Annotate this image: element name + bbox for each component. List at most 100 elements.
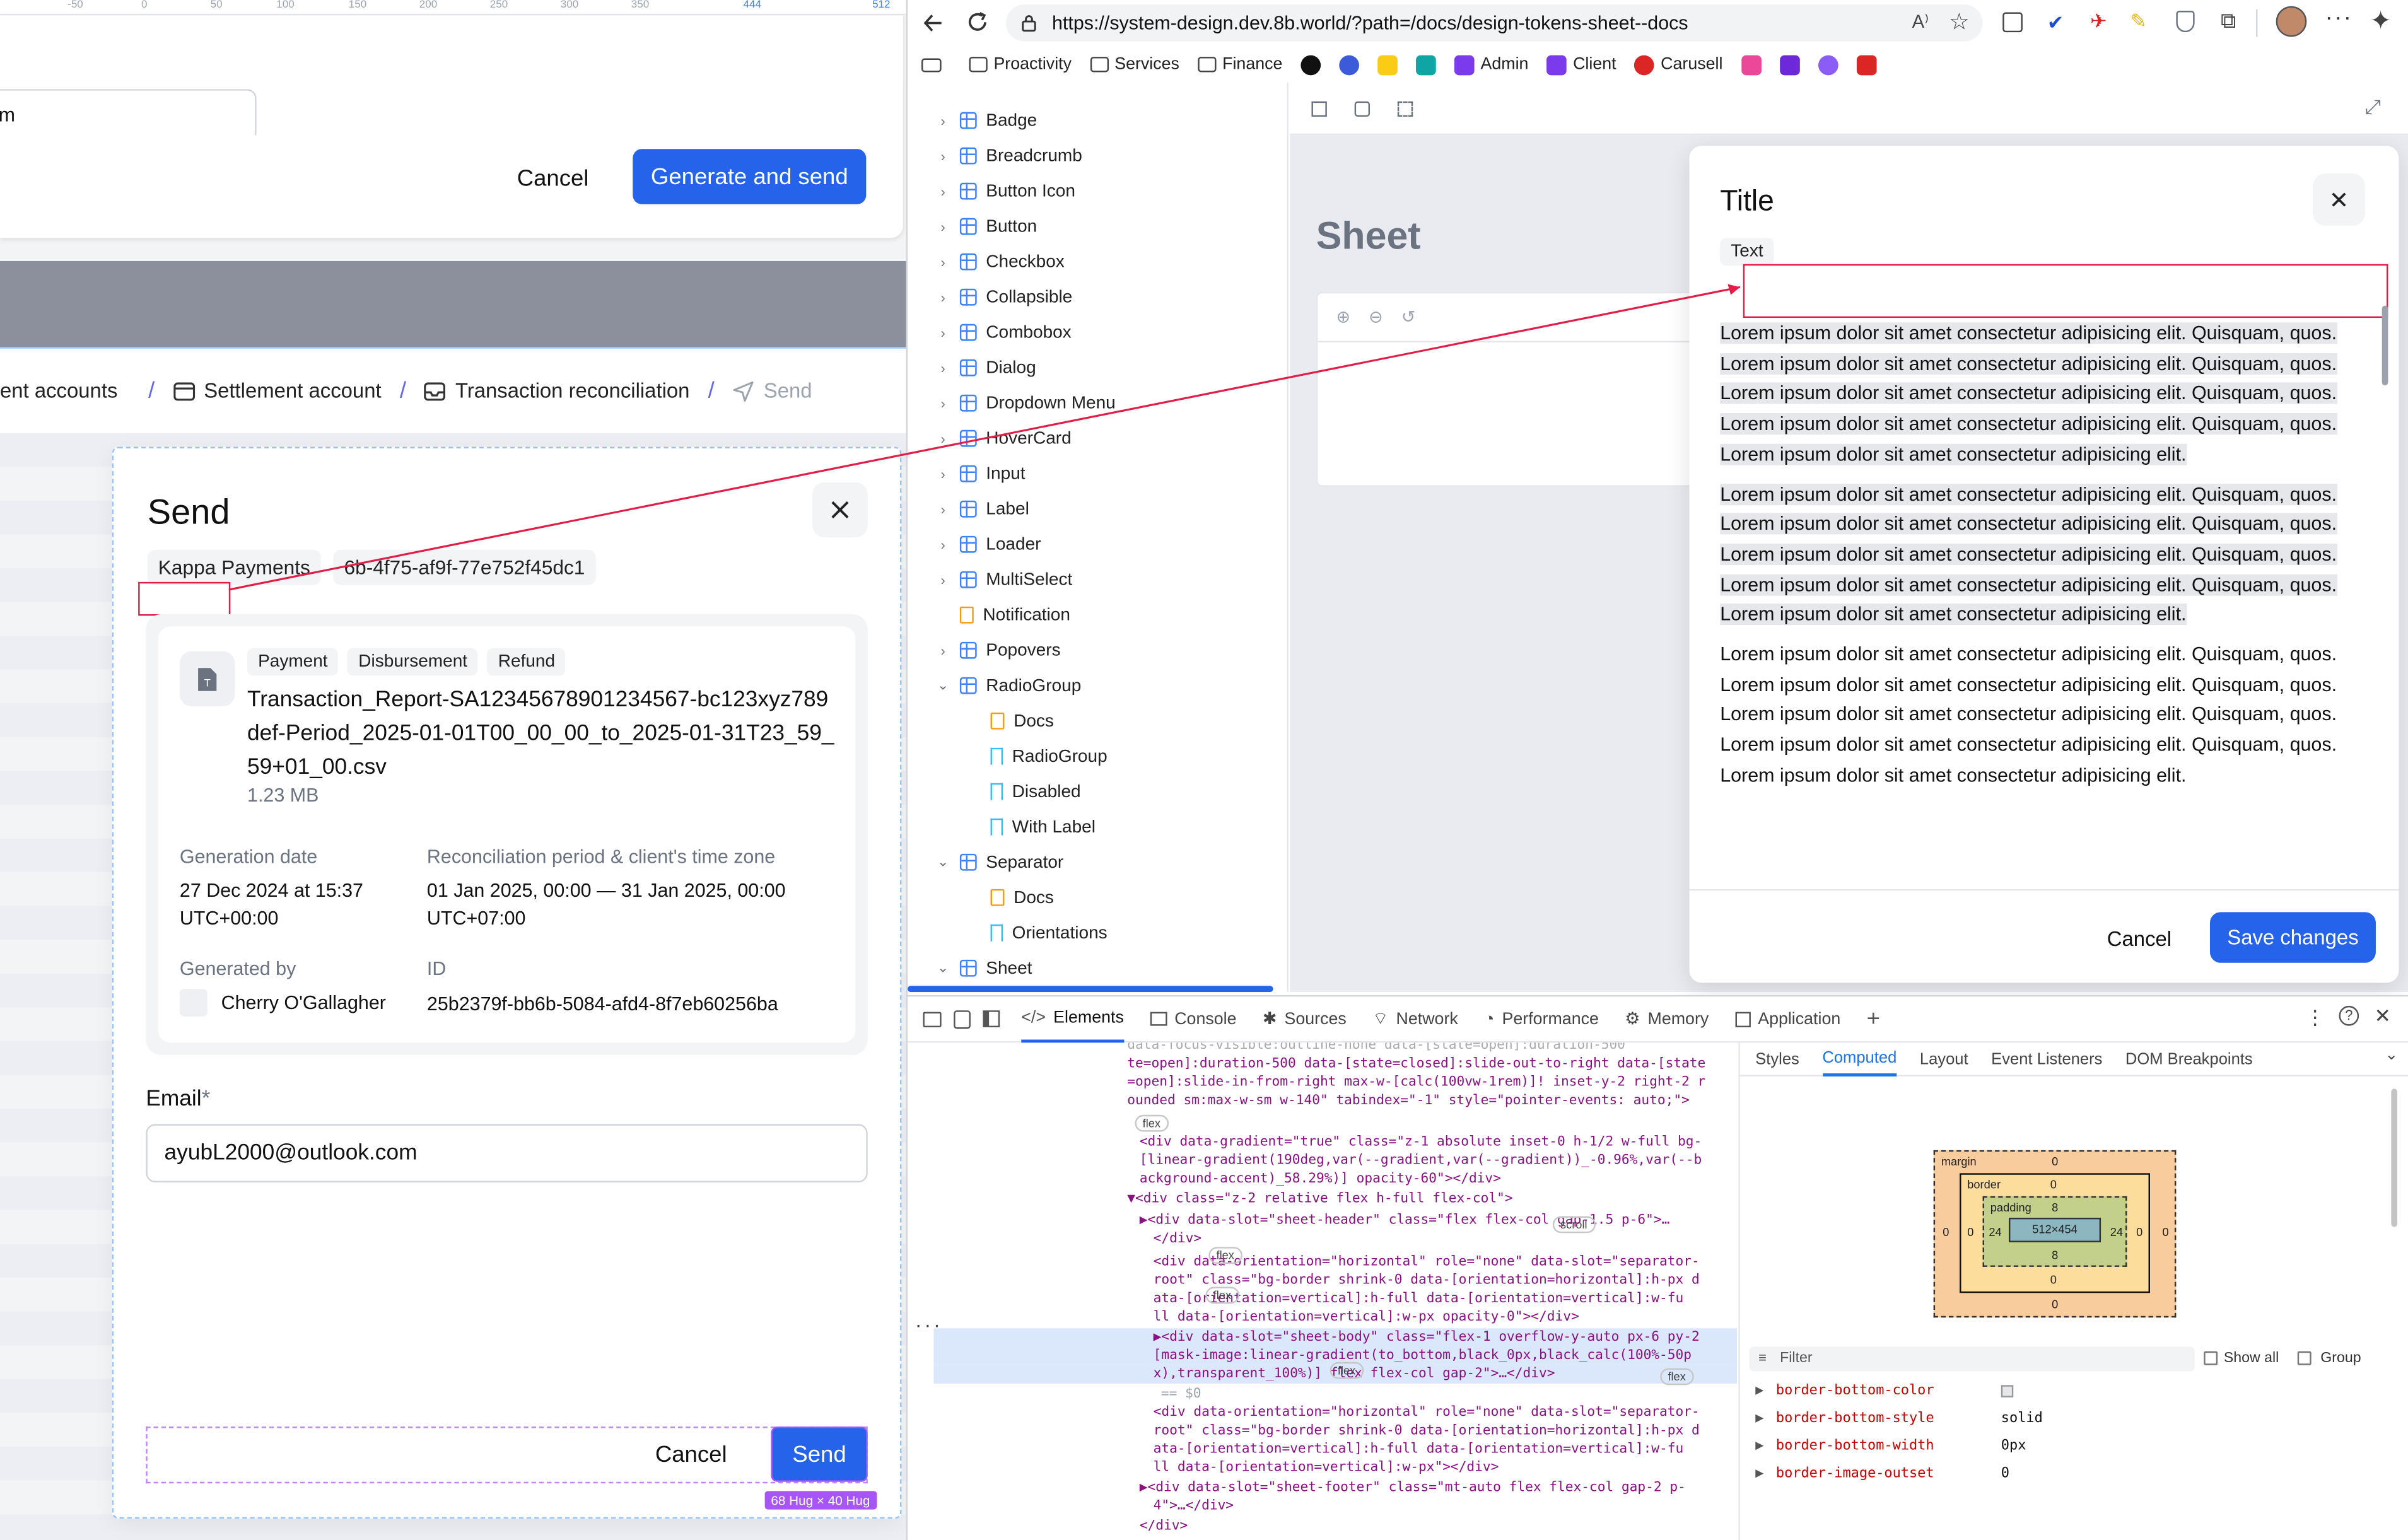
sidebar-item[interactable]: › Button Icon bbox=[908, 173, 1075, 209]
back-icon[interactable] bbox=[923, 12, 944, 33]
bookmark[interactable] bbox=[1339, 54, 1360, 75]
tab-console[interactable]: Console bbox=[1150, 996, 1236, 1042]
tab-computed[interactable]: Computed bbox=[1822, 1042, 1897, 1076]
sidebar-item[interactable]: › Collapsible bbox=[908, 279, 1072, 315]
shield-icon[interactable] bbox=[2176, 11, 2195, 33]
sidebar-item[interactable]: Docs bbox=[908, 703, 1054, 738]
tab-elements[interactable]: </> Elements bbox=[1021, 996, 1124, 1042]
cancel-button[interactable]: Cancel bbox=[497, 150, 609, 206]
sidebar-item[interactable]: › Breadcrumb bbox=[908, 138, 1082, 173]
sidebar-item[interactable]: › MultiSelect bbox=[908, 562, 1072, 597]
tab-styles[interactable]: Styles bbox=[1755, 1049, 1799, 1068]
sidebar-item[interactable]: › Popovers bbox=[908, 633, 1060, 668]
sidebar-item[interactable]: ⌄ Separator bbox=[908, 844, 1063, 880]
bookmark[interactable]: Client bbox=[1546, 54, 1616, 75]
breadcrumb-item[interactable]: Transaction reconciliation bbox=[424, 379, 689, 402]
tab-application[interactable]: Application bbox=[1734, 996, 1840, 1042]
tab-dom-breakpoints[interactable]: DOM Breakpoints bbox=[2125, 1049, 2253, 1068]
color-swatch[interactable] bbox=[2001, 1385, 2014, 1397]
group-checkbox[interactable] bbox=[2297, 1351, 2312, 1365]
layout-badge[interactable]: flex bbox=[1135, 1114, 1169, 1132]
computed-prop[interactable]: ▶ border-bottom-color bbox=[1755, 1384, 2014, 1399]
sidebar-item[interactable]: ⌄ RadioGroup bbox=[908, 668, 1081, 703]
zoom-out-icon[interactable]: ⊖ bbox=[1369, 307, 1382, 327]
close-button[interactable] bbox=[2313, 173, 2365, 226]
bookmark[interactable]: Admin bbox=[1454, 54, 1528, 75]
favorite-star-icon[interactable]: ☆ bbox=[1949, 8, 1970, 35]
extension-icon[interactable]: ✈ bbox=[2090, 9, 2107, 34]
tab-event-listeners[interactable]: Event Listeners bbox=[1991, 1049, 2102, 1068]
sidebar-item[interactable]: › Loader bbox=[908, 527, 1041, 562]
read-aloud-icon[interactable]: A⁾ bbox=[1912, 11, 1929, 32]
bookmark-folder[interactable]: Proactivity bbox=[969, 55, 1072, 74]
breadcrumb-item[interactable]: Settlement account bbox=[173, 379, 382, 402]
zoom-in-icon[interactable]: ⊕ bbox=[1336, 307, 1350, 327]
reset-zoom-icon[interactable]: ↺ bbox=[1401, 307, 1415, 327]
breadcrumb-item[interactable]: ent accounts bbox=[0, 379, 117, 402]
sidebar-item[interactable]: Disabled bbox=[908, 774, 1081, 809]
tab-layout[interactable]: Layout bbox=[1920, 1049, 1968, 1068]
sidebar-item[interactable]: Notification bbox=[908, 597, 1070, 633]
layout-badge[interactable]: flex bbox=[1330, 1362, 1364, 1379]
tabs-icon[interactable] bbox=[2002, 12, 2023, 33]
add-tab-icon[interactable]: + bbox=[1867, 1006, 1880, 1032]
inspect-icon[interactable] bbox=[923, 1011, 942, 1027]
device-toggle-icon[interactable] bbox=[954, 1010, 971, 1029]
dock-icon[interactable] bbox=[983, 1010, 1000, 1028]
send-button[interactable]: Send bbox=[771, 1426, 868, 1482]
fullscreen-icon[interactable]: ⤢ bbox=[2365, 95, 2381, 120]
dom-tree[interactable]: data-focus-visible:outline-none data-[st… bbox=[908, 1042, 1737, 1540]
computed-prop[interactable]: ▶ border-bottom-style solid bbox=[1755, 1411, 2043, 1426]
scrollbar-thumb[interactable] bbox=[2391, 1088, 2398, 1227]
bookmark[interactable] bbox=[1779, 54, 1800, 75]
sidebar-item[interactable]: › Badge bbox=[908, 103, 1037, 138]
email-field[interactable]: ayubL2000@outlook.com bbox=[146, 1124, 868, 1182]
bookmark[interactable] bbox=[1741, 54, 1762, 75]
generate-and-send-button[interactable]: Generate and send bbox=[633, 149, 867, 204]
row-more-icon[interactable]: ··· bbox=[914, 1319, 942, 1338]
puzzle-icon[interactable]: ⧉ bbox=[2221, 8, 2236, 33]
tab-network[interactable]: ⌔ Network bbox=[1372, 996, 1458, 1042]
sidebar-item[interactable]: With Label bbox=[908, 809, 1096, 844]
sidebar-item[interactable]: ⌄ Sheet bbox=[908, 950, 1032, 986]
profile-avatar[interactable] bbox=[2276, 6, 2307, 37]
sidebar-item[interactable]: › Combobox bbox=[908, 315, 1071, 350]
outline-icon[interactable] bbox=[1397, 101, 1413, 117]
image-icon[interactable] bbox=[1354, 101, 1371, 117]
layout-badge[interactable]: flex bbox=[1660, 1368, 1694, 1385]
sidebar-item[interactable]: › Input bbox=[908, 456, 1025, 491]
sidebar-item[interactable]: › Dialog bbox=[908, 350, 1036, 385]
sidebar-item[interactable]: RadioGroup bbox=[908, 738, 1108, 774]
copilot-icon[interactable]: ✦ bbox=[2370, 6, 2392, 37]
layout-badge[interactable]: scroll bbox=[1552, 1216, 1595, 1234]
more-icon[interactable]: ⋮ bbox=[2305, 1006, 2325, 1030]
sheet-body[interactable]: Lorem ipsum dolor sit amet consectetur a… bbox=[1720, 319, 2341, 880]
sidebar-item[interactable]: › Dropdown Menu bbox=[908, 385, 1115, 421]
bookmark[interactable] bbox=[1377, 54, 1398, 75]
filter-input[interactable]: Filter bbox=[1749, 1346, 2195, 1372]
bookmark[interactable] bbox=[1416, 54, 1436, 75]
sidebar-item[interactable]: › HoverCard bbox=[908, 421, 1071, 456]
scrollbar-thumb[interactable] bbox=[2382, 305, 2388, 386]
cancel-button[interactable]: Cancel bbox=[2095, 913, 2184, 963]
extension-icon[interactable]: ✎ bbox=[2130, 9, 2147, 34]
sidebar-item[interactable]: › Checkbox bbox=[908, 244, 1064, 279]
computed-prop[interactable]: ▶ border-image-outset 0 bbox=[1755, 1466, 2009, 1481]
close-devtools-icon[interactable]: ✕ bbox=[2375, 1004, 2392, 1029]
extension-icon[interactable]: ✔ bbox=[2047, 11, 2064, 35]
cancel-button[interactable]: Cancel bbox=[633, 1430, 749, 1479]
tab-performance[interactable]: ◔ Performance bbox=[1484, 996, 1599, 1042]
sidebar-item[interactable]: Orientations bbox=[908, 915, 1108, 950]
save-changes-button[interactable]: Save changes bbox=[2209, 912, 2376, 963]
close-button[interactable] bbox=[812, 482, 868, 538]
url-bar[interactable]: https://system-design.dev.8b.world/?path… bbox=[1005, 4, 1983, 42]
help-icon[interactable]: ? bbox=[2339, 1005, 2359, 1026]
bookmark-folder[interactable]: Finance bbox=[1198, 55, 1282, 74]
sidebar-toggle-icon[interactable] bbox=[921, 57, 942, 72]
grid-icon[interactable] bbox=[1311, 101, 1327, 117]
partial-input[interactable]: m bbox=[0, 89, 257, 136]
sidebar-item[interactable]: › Label bbox=[908, 491, 1029, 527]
tab-memory[interactable]: ⚙ Memory bbox=[1625, 996, 1709, 1042]
refresh-icon[interactable] bbox=[966, 11, 990, 34]
show-all-checkbox[interactable] bbox=[2204, 1351, 2218, 1365]
